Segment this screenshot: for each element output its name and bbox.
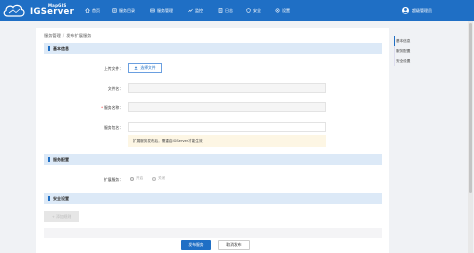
upload-file-label: 上传文件： <box>104 66 123 71</box>
nav-log[interactable]: 日志 <box>218 0 233 21</box>
radio-off-circle <box>152 176 156 181</box>
nav-home-label: 首页 <box>92 7 100 13</box>
monitor-icon <box>188 8 193 13</box>
user-name: 超级管理员 <box>412 7 432 13</box>
home-icon <box>85 8 90 13</box>
radio-off-label: 关闭 <box>158 176 166 180</box>
breadcrumb: 服务管理 / 发布扩展服务 <box>44 33 91 39</box>
radio-on-label: 开启 <box>136 176 144 180</box>
nav-log-label: 日志 <box>225 7 233 13</box>
nav-service-manage-label: 服务管理 <box>157 7 173 13</box>
service-name-input[interactable] <box>128 102 326 112</box>
section-header-security: 安全设置 <box>44 193 382 204</box>
restart-tip: 扩展服务发布后，需重启IGServer才能生效 <box>128 135 326 147</box>
nav-settings[interactable]: 设置 <box>275 0 290 21</box>
section-title-service-config: 服务配置 <box>53 157 69 162</box>
nav-home[interactable]: 首页 <box>85 0 100 21</box>
anchor-basic-info[interactable]: 基本信息 <box>394 36 434 46</box>
log-icon <box>218 8 223 13</box>
service-package-label: 服务包名： <box>104 125 123 130</box>
select-file-button-label: 选择文件 <box>140 65 156 70</box>
service-manage-icon <box>150 8 155 13</box>
app-logo[interactable]: MapGIS IGServer <box>3 2 75 19</box>
section-marker <box>48 46 50 51</box>
security-icon <box>246 8 251 13</box>
section-title-security: 安全设置 <box>53 196 69 201</box>
section-header-basic-info: 基本信息 <box>44 43 382 54</box>
nav-settings-label: 设置 <box>282 7 290 13</box>
anchor-security-settings[interactable]: 安全设置 <box>394 56 434 66</box>
filename-input[interactable] <box>128 83 326 93</box>
nav-monitor[interactable]: 监控 <box>188 0 203 21</box>
breadcrumb-separator: / <box>62 33 65 38</box>
user-icon <box>403 8 408 14</box>
filename-label: 文件名： <box>107 86 123 91</box>
service-name-label-text: 服务名称： <box>104 105 123 110</box>
settings-icon <box>275 8 280 13</box>
upload-icon <box>135 66 138 70</box>
extension-service-label: 扩展服务： <box>104 177 123 182</box>
cancel-publish-button[interactable]: 取消发布 <box>218 240 250 250</box>
radio-on-circle <box>130 176 134 181</box>
section-title-basic-info: 基本信息 <box>53 46 69 51</box>
horizontal-scroll-area[interactable] <box>44 228 382 238</box>
anchor-service-config[interactable]: 服务配置 <box>394 46 434 56</box>
required-mark: * <box>101 105 104 110</box>
logo-igserver-text: IGServer <box>30 7 75 17</box>
nav-service-catalog[interactable]: 服务目录 <box>112 0 135 21</box>
section-header-service-config: 服务配置 <box>44 154 382 165</box>
section-marker <box>48 196 50 201</box>
publish-service-button[interactable]: 发布服务 <box>181 240 211 250</box>
scrollbar-thumb[interactable] <box>469 23 472 193</box>
cloud-logo-icon <box>3 4 25 17</box>
nav-monitor-label: 监控 <box>195 7 203 13</box>
user-menu[interactable]: 超级管理员 <box>402 4 432 17</box>
anchor-navigation: 基本信息 服务配置 安全设置 <box>394 36 434 66</box>
page-scrollbar[interactable] <box>468 21 473 253</box>
breadcrumb-current: 发布扩展服务 <box>66 33 92 38</box>
add-rule-button[interactable]: + 添加规则 <box>44 211 79 222</box>
top-navigation-bar: MapGIS IGServer 首页 服务目录 服务管理 监控 日志 安全 设置… <box>0 0 474 21</box>
nav-service-catalog-label: 服务目录 <box>119 7 135 13</box>
nav-security-label: 安全 <box>253 7 261 13</box>
service-name-label: *服务名称： <box>63 105 123 111</box>
service-package-input[interactable] <box>128 122 326 132</box>
catalog-icon <box>112 8 117 13</box>
radio-off[interactable]: 关闭 <box>152 176 165 181</box>
radio-on[interactable]: 开启 <box>130 176 143 181</box>
section-marker <box>48 157 50 162</box>
nav-service-manage[interactable]: 服务管理 <box>150 0 173 21</box>
avatar <box>402 7 409 14</box>
select-file-button[interactable]: 选择文件 <box>128 63 162 73</box>
breadcrumb-parent[interactable]: 服务管理 <box>44 33 61 38</box>
nav-security[interactable]: 安全 <box>246 0 261 21</box>
